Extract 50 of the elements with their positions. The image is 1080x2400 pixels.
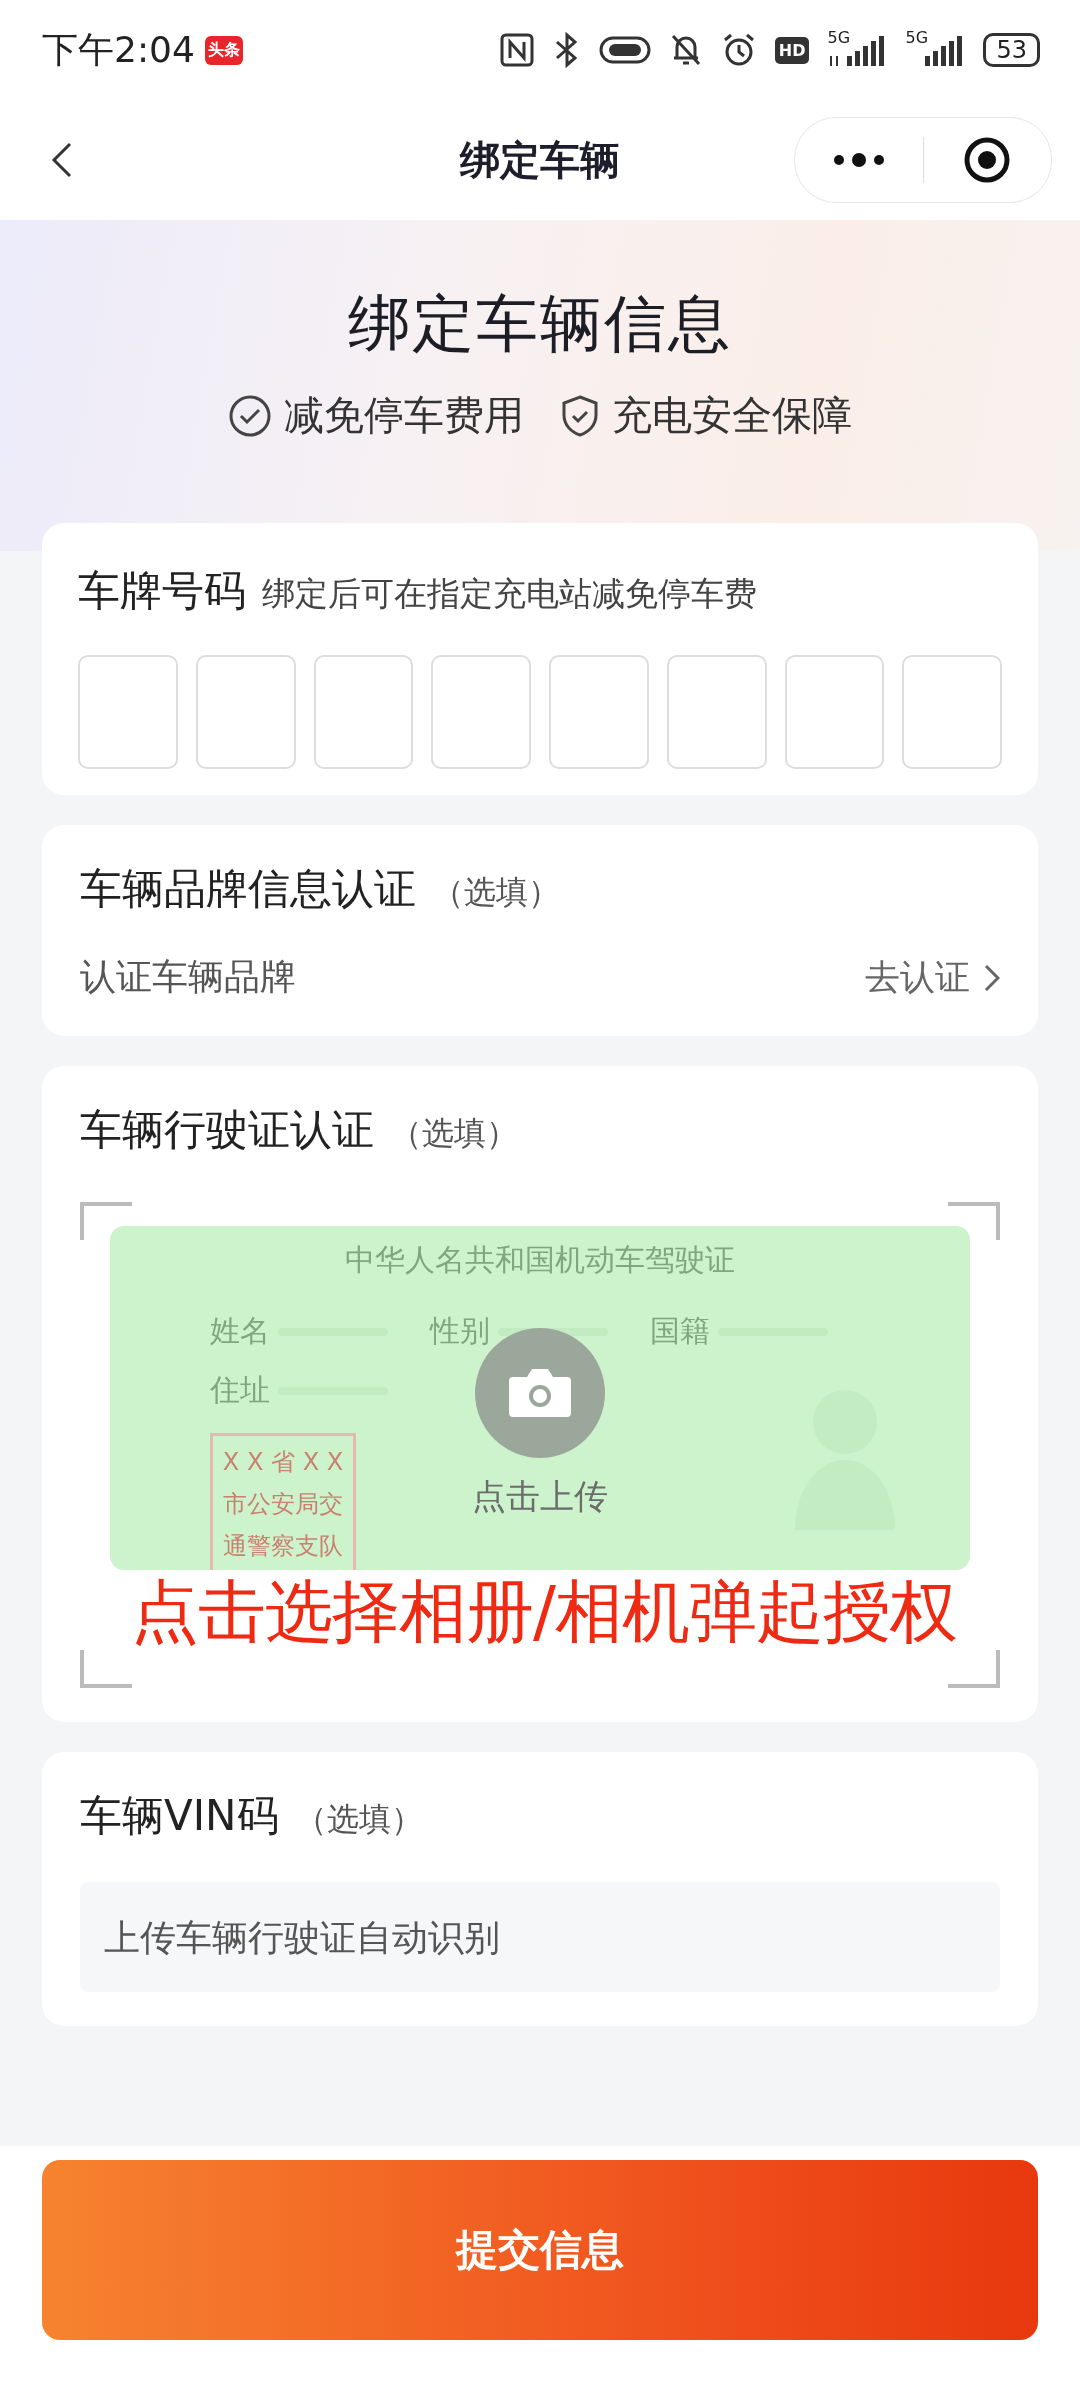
document-field-label: 姓名 bbox=[210, 1312, 270, 1350]
optional-tag: （选填） bbox=[390, 1112, 518, 1156]
plate-char-field[interactable] bbox=[549, 655, 649, 769]
hint-text: 绑定后可在指定充电站减免停车费 bbox=[262, 573, 757, 615]
field-label: 车牌号码 bbox=[78, 565, 246, 617]
upload-label[interactable]: 点击上传 bbox=[472, 1474, 608, 1520]
hd-badge: HD bbox=[774, 36, 810, 64]
verify-link[interactable]: 去认证 bbox=[865, 954, 1000, 1001]
frame-corner bbox=[948, 1650, 1000, 1688]
vin-field[interactable]: 上传车辆行驶证自动识别 bbox=[80, 1882, 1000, 1992]
stamp-text: X X 省 X X bbox=[221, 1447, 345, 1478]
document-field-label: 住址 bbox=[210, 1371, 270, 1409]
document-heading: 中华人名共和国机动车驾驶证 bbox=[344, 1241, 736, 1279]
feature-label: 充电安全保障 bbox=[612, 391, 852, 440]
field-label: 车辆VIN码 bbox=[80, 1790, 279, 1842]
plate-char-field[interactable] bbox=[195, 655, 296, 769]
chevron-right-icon bbox=[984, 963, 1000, 992]
frame-corner bbox=[80, 1650, 132, 1688]
field-label: 车辆行驶证认证 bbox=[80, 1104, 374, 1156]
annotation-text: 点击选择相册/相机弹起授权 bbox=[130, 1574, 958, 1650]
nfc-icon bbox=[498, 32, 535, 68]
plate-char-field[interactable] bbox=[431, 655, 531, 769]
clock-time: 下午2:04 bbox=[42, 27, 195, 72]
row-label: 认证车辆品牌 bbox=[80, 955, 297, 999]
check-circle-icon bbox=[228, 393, 272, 438]
shield-check-icon bbox=[560, 393, 600, 438]
app-badge: 头条 bbox=[204, 35, 243, 65]
plate-char-field[interactable] bbox=[666, 655, 767, 769]
document-field-label: 性别 bbox=[430, 1312, 490, 1350]
feature-label: 减免停车费用 bbox=[284, 391, 524, 440]
camera-icon bbox=[507, 1367, 573, 1419]
stamp-text: 市公安局交 bbox=[222, 1489, 344, 1520]
battery-level: 53 bbox=[983, 33, 1040, 67]
optional-tag: （选填） bbox=[294, 1798, 423, 1842]
plate-char-field[interactable] bbox=[313, 655, 414, 769]
stamp-text: 通警察支队 bbox=[222, 1531, 344, 1562]
submit-button[interactable]: 提交信息 bbox=[42, 2160, 1038, 2340]
field-label: 车辆品牌信息认证 bbox=[80, 863, 416, 915]
document-field-label: 国籍 bbox=[650, 1312, 710, 1350]
network-label: 5G bbox=[827, 28, 851, 47]
back-icon[interactable] bbox=[50, 140, 74, 180]
network-label: 5G bbox=[905, 28, 929, 47]
page-title: 绑定车辆 bbox=[458, 135, 621, 185]
toggle-icon bbox=[598, 34, 651, 66]
plate-char-field[interactable] bbox=[902, 655, 1002, 769]
optional-tag: （选填） bbox=[432, 871, 560, 915]
section-title: 绑定车辆信息 bbox=[348, 286, 732, 362]
plate-char-field[interactable] bbox=[78, 655, 178, 769]
plate-char-field[interactable] bbox=[784, 655, 885, 769]
target-icon bbox=[963, 136, 1012, 184]
